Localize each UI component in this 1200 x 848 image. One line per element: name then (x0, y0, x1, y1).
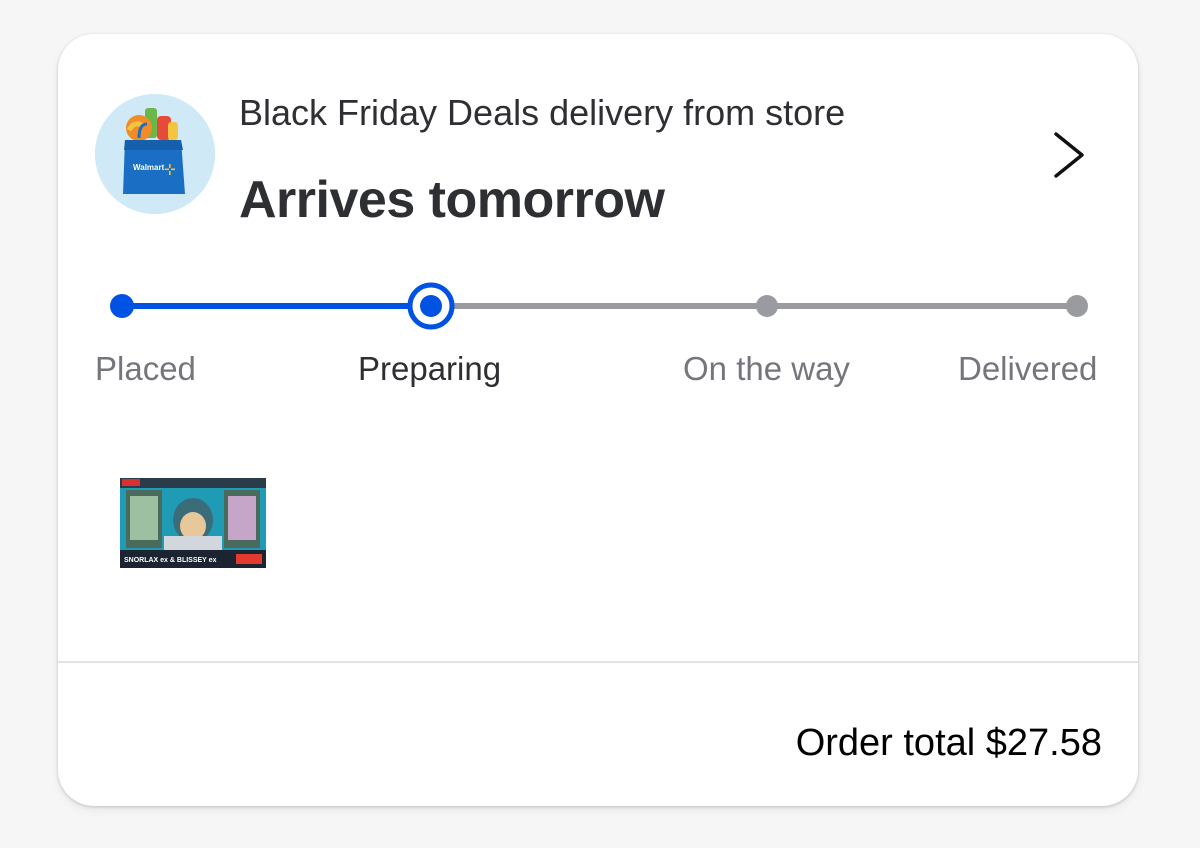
step-label-preparing: Preparing (358, 350, 502, 387)
step-dot-delivered (1066, 295, 1088, 317)
step-dot-on-the-way (756, 295, 778, 317)
bag-logo-text: Walmart (133, 163, 165, 172)
step-label-delivered: Delivered (958, 350, 1098, 387)
chevron-right-icon[interactable] (1050, 130, 1090, 180)
delivery-subtitle: Black Friday Deals delivery from store (239, 92, 846, 133)
product-thumbnail[interactable]: SNORLAX ex & BLISSEY ex (118, 476, 268, 570)
order-progress-tracker: Placed Preparing On the way Delivered (58, 264, 1138, 444)
step-dot-placed (110, 294, 134, 318)
walmart-bag-icon: Walmart (95, 94, 215, 214)
product-box-text: SNORLAX ex & BLISSEY ex (124, 557, 217, 564)
order-total: Order total $27.58 (795, 722, 1102, 764)
step-label-on-the-way: On the way (683, 350, 850, 387)
step-label-placed: Placed (95, 350, 196, 387)
step-dot-preparing (420, 295, 442, 317)
arrival-headline: Arrives tomorrow (239, 171, 665, 229)
order-card[interactable]: Walmart Black Friday Deals delivery from… (58, 34, 1138, 806)
progress-bar (110, 282, 1088, 330)
divider (58, 661, 1138, 663)
